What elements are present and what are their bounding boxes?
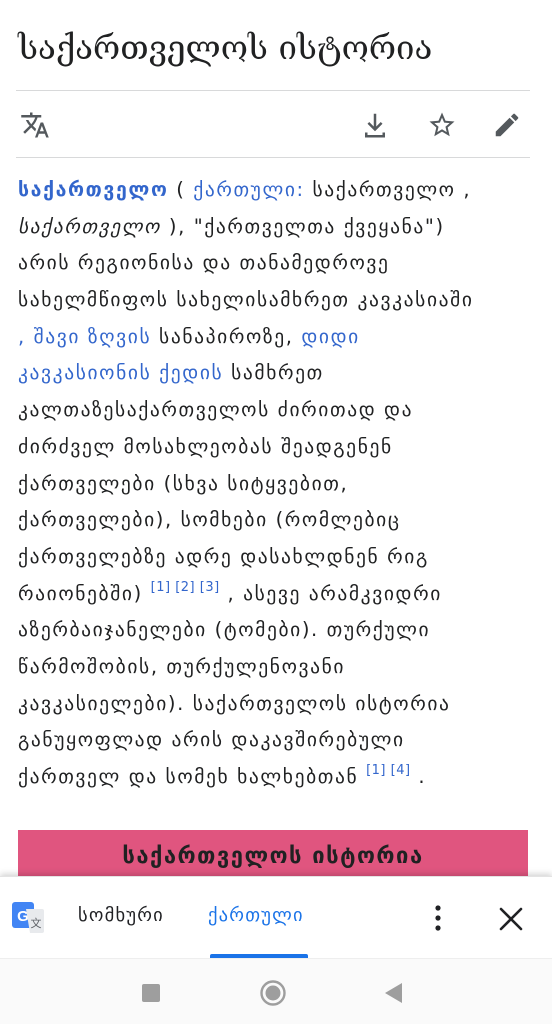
article-line: ქართველები (სხვა სიტყვებით,: [18, 471, 349, 495]
more-vert-icon[interactable]: [425, 903, 451, 933]
article-line: კავკასიელები). საქართველოს ისტორია: [18, 691, 451, 715]
tab-target-language[interactable]: ქართული: [208, 905, 304, 926]
page: საქართველოს ისტორია საქართველო ( ქართული…: [0, 0, 552, 1024]
close-icon[interactable]: [497, 905, 525, 933]
page-title: საქართველოს ისტორია: [18, 28, 433, 67]
caucasus-range-link[interactable]: კავკასიონის ქედის: [18, 361, 223, 384]
svg-text:文: 文: [31, 916, 42, 930]
reference-link[interactable]: [1]: [151, 580, 171, 595]
subject-link[interactable]: საქართველო: [18, 178, 168, 201]
star-icon: [429, 112, 455, 137]
watch-star-button[interactable]: [425, 108, 459, 142]
article-line: რაიონებში) [1] [2] [3] , ასევე არამკვიდრ…: [18, 579, 442, 605]
article-line: საქართველო ), "ქართველთა ქვეყანა"): [18, 214, 445, 238]
reference-link[interactable]: [4]: [391, 763, 411, 778]
black-sea-link[interactable]: , შავი ზღვის: [18, 325, 151, 348]
page-actions-bar: [16, 100, 530, 150]
language-button[interactable]: [18, 108, 52, 142]
article-line: ქართველებზე ადრე დასახლდნენ რიგ: [18, 544, 429, 568]
title-divider: [16, 90, 530, 91]
download-button[interactable]: [358, 108, 392, 142]
article-line: ქართველები), სომხები (რომლებიც: [18, 508, 401, 532]
article-line: , შავი ზღვის სანაპიროზე, დიდი: [18, 324, 360, 348]
system-navigation-bar: [0, 958, 552, 1024]
translate-bar: G 文 სომხური ქართული: [0, 876, 552, 958]
article-line: ქართველ და სომეხ ხალხებთან [1] [4] .: [18, 763, 427, 788]
back-triangle-icon[interactable]: [382, 981, 404, 1005]
tab-source-language[interactable]: სომხური: [78, 905, 164, 926]
article-line: სახელმწიფოს სახელისამხრეთ კავკასიაში: [18, 288, 474, 312]
google-translate-icon[interactable]: G 文: [11, 901, 45, 935]
reference-link[interactable]: [1]: [366, 763, 386, 778]
home-circle-icon[interactable]: [259, 979, 287, 1007]
italic-name: საქართველო: [18, 214, 162, 238]
infobox-title: საქართველოს ისტორია: [122, 844, 424, 869]
actions-divider: [16, 157, 530, 158]
pencil-icon: [495, 113, 519, 137]
edit-button[interactable]: [490, 108, 524, 142]
article-line: კავკასიონის ქედის სამხრეთ: [18, 361, 324, 385]
recents-square-icon[interactable]: [142, 984, 160, 1002]
article-line: განუყოფლად არის დაკავშირებული: [18, 728, 405, 752]
article-line: ძირძველ მოსახლეობას შეადგენენ: [18, 434, 393, 458]
article-line: არის რეგიონისა და თანამედროვე: [18, 251, 390, 275]
reference-link[interactable]: [2]: [175, 580, 195, 595]
article-body: საქართველო ( ქართული: საქართველო , საქარ…: [18, 172, 538, 796]
article-line: აზერბაიჯანელები (ტომები). თურქული: [18, 618, 431, 642]
caucasus-link[interactable]: დიდი: [301, 325, 359, 348]
article-line: კალთაზესაქართველოს ძირითად და: [18, 398, 414, 422]
reference-link[interactable]: [3]: [200, 580, 220, 595]
download-icon: [365, 113, 385, 138]
translate-icon: [21, 112, 49, 138]
language-link[interactable]: ქართული:: [193, 178, 304, 201]
article-line: წარმოშობის, თურქულენოვანი: [18, 654, 346, 678]
article-line: საქართველო ( ქართული: საქართველო ,: [18, 178, 472, 201]
